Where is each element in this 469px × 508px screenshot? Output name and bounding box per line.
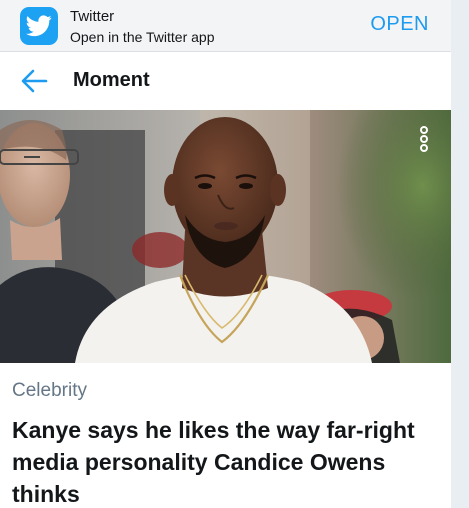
moment-header: Moment — [0, 52, 451, 110]
hero-image[interactable] — [0, 110, 451, 363]
app-subtitle: Open in the Twitter app — [70, 29, 215, 45]
twitter-bird-icon[interactable] — [20, 7, 58, 45]
app-name: Twitter — [70, 8, 115, 25]
page-edge — [451, 0, 469, 508]
page-title: Moment — [73, 69, 150, 91]
back-arrow-icon[interactable] — [20, 68, 48, 94]
open-app-button[interactable]: OPEN — [370, 13, 429, 36]
app-banner: Twitter Open in the Twitter app OPEN — [0, 0, 451, 52]
moment-headline[interactable]: Kanye says he likes the way far-right me… — [12, 414, 437, 508]
category-label: Celebrity — [12, 380, 87, 401]
more-options-icon[interactable] — [416, 125, 432, 153]
mobile-screen: Twitter Open in the Twitter app OPEN Mom… — [0, 0, 451, 508]
